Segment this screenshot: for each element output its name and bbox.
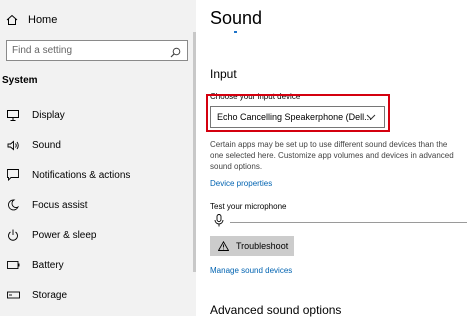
title-decoration bbox=[234, 31, 237, 33]
storage-icon bbox=[6, 291, 20, 299]
power-icon bbox=[6, 229, 20, 241]
sidebar-item-display[interactable]: Display bbox=[0, 103, 192, 127]
sidebar-item-power-sleep[interactable]: Power & sleep bbox=[0, 223, 192, 247]
monitor-icon bbox=[6, 109, 20, 121]
selected-device-value: Echo Cancelling Speakerphone (Dell... bbox=[217, 112, 372, 122]
sidebar-item-battery[interactable]: Battery bbox=[0, 253, 192, 277]
microphone-level-meter bbox=[230, 222, 467, 223]
battery-icon bbox=[6, 261, 20, 269]
input-device-dropdown[interactable]: Echo Cancelling Speakerphone (Dell... bbox=[210, 106, 385, 128]
section-label: System bbox=[2, 75, 38, 86]
page-title: Sound bbox=[210, 8, 263, 28]
search-box[interactable] bbox=[6, 40, 188, 61]
input-heading: Input bbox=[210, 67, 237, 81]
sidebar-item-label: Storage bbox=[32, 289, 68, 301]
sidebar-item-sound[interactable]: Sound bbox=[0, 133, 192, 157]
speaker-icon bbox=[6, 140, 20, 151]
sidebar-item-focus-assist[interactable]: Focus assist bbox=[0, 193, 192, 217]
sidebar-item-storage[interactable]: Storage bbox=[0, 283, 192, 307]
notification-icon bbox=[6, 169, 20, 181]
input-description: Certain apps may be set up to use differ… bbox=[210, 140, 454, 171]
manage-sound-devices-link[interactable]: Manage sound devices bbox=[210, 266, 292, 275]
sidebar-item-notifications[interactable]: Notifications & actions bbox=[0, 163, 192, 187]
main-content: Sound Input Choose your input device Ech… bbox=[206, 0, 467, 317]
test-microphone-label: Test your microphone bbox=[210, 202, 287, 211]
advanced-sound-options-heading: Advanced sound options bbox=[210, 303, 342, 317]
troubleshoot-label: Troubleshoot bbox=[236, 241, 289, 251]
sidebar-item-label: Display bbox=[32, 109, 65, 121]
search-input[interactable] bbox=[7, 44, 164, 57]
sidebar-item-label: Power & sleep bbox=[32, 229, 97, 241]
sidebar-item-label: Notifications & actions bbox=[32, 169, 131, 181]
sidebar-item-label: Battery bbox=[32, 259, 64, 271]
sidebar-item-label: Focus assist bbox=[32, 199, 88, 211]
sidebar: Home System Display Sound Notifications … bbox=[0, 0, 196, 316]
search-icon[interactable] bbox=[170, 45, 181, 63]
chevron-down-icon bbox=[366, 112, 376, 124]
sidebar-scrollbar[interactable] bbox=[193, 32, 196, 272]
device-properties-link[interactable]: Device properties bbox=[210, 179, 272, 188]
sidebar-item-home[interactable]: Home bbox=[0, 10, 57, 30]
warning-icon bbox=[218, 241, 229, 251]
sidebar-item-label: Home bbox=[28, 14, 58, 26]
home-icon bbox=[6, 14, 18, 26]
microphone-icon bbox=[214, 214, 224, 232]
moon-icon bbox=[6, 199, 20, 211]
troubleshoot-button[interactable]: Troubleshoot bbox=[210, 236, 294, 256]
sidebar-item-label: Sound bbox=[32, 139, 61, 151]
